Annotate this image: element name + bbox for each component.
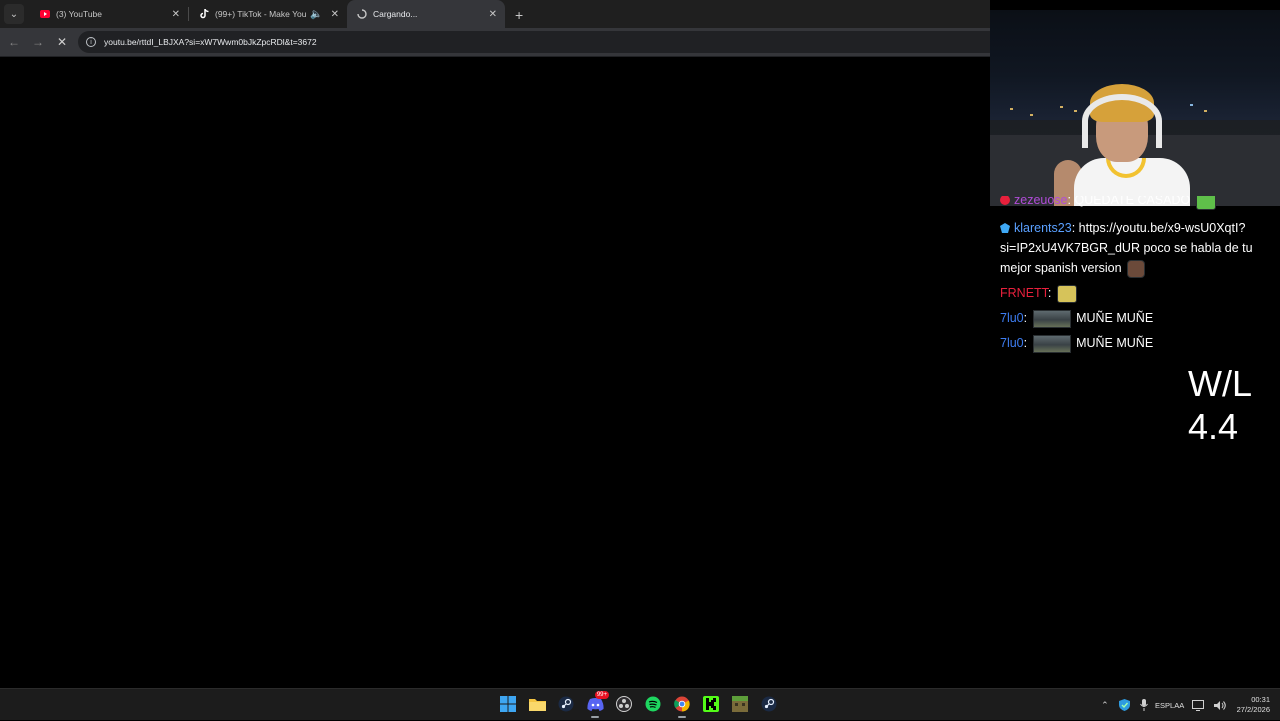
chat-message: klarents23: https://youtu.be/x9-wsU0XqtI… bbox=[1000, 218, 1272, 278]
chat-username: 7lu0 bbox=[1000, 336, 1024, 350]
diamond-badge-icon bbox=[1000, 219, 1010, 233]
win-loss-counter: W/L 4.4 bbox=[1188, 362, 1278, 448]
chat-text: MUÑE MUÑE bbox=[1076, 336, 1154, 350]
clock-date: 27/2/2026 bbox=[1236, 705, 1270, 714]
chat-message: 7lu0: MUÑE MUÑE bbox=[1000, 308, 1272, 328]
stop-loading-button[interactable]: ✕ bbox=[50, 30, 74, 54]
back-arrow-icon: ← bbox=[8, 35, 20, 49]
clock[interactable]: 00:31 27/2/2026 bbox=[1237, 695, 1270, 715]
chat-message: FRNETT: bbox=[1000, 283, 1272, 303]
tab-title: (3) YouTube bbox=[56, 9, 102, 19]
obs-icon[interactable] bbox=[613, 693, 635, 715]
city-light bbox=[1060, 106, 1063, 108]
chevron-down-icon: ⌄ bbox=[9, 8, 19, 20]
heart-badge-icon bbox=[1000, 196, 1010, 205]
browser-toolbar: ← → ✕ i youtu.be/rttdI_LBJXA?si=xW7Wwm0b… bbox=[0, 28, 990, 57]
volume-icon[interactable]: 🔈 bbox=[310, 9, 322, 20]
webcam-feed bbox=[990, 10, 1280, 206]
chat-username: FRNETT bbox=[1000, 286, 1048, 300]
chat-message: 7lu0: MUÑE MUÑE bbox=[1000, 333, 1272, 353]
discord-icon[interactable]: 99+ bbox=[584, 691, 609, 718]
emote bbox=[1195, 196, 1216, 210]
taskbar-apps: 99+ bbox=[497, 691, 787, 718]
url-text: youtu.be/rttdI_LBJXA?si=xW7Wwm0bJkZpcRDl… bbox=[104, 37, 317, 47]
tiktok-icon bbox=[199, 9, 209, 19]
city-light bbox=[1010, 108, 1013, 110]
page-content bbox=[0, 58, 990, 688]
city-light bbox=[1204, 110, 1207, 112]
notification-badge: 99+ bbox=[594, 691, 609, 699]
system-tray: ⌃ ESP LAA 00:31 27/2/2026 bbox=[1096, 689, 1280, 721]
chat-text: MUÑE MUÑE bbox=[1076, 311, 1154, 325]
chrome-icon[interactable] bbox=[671, 693, 693, 718]
minecraft-icon[interactable] bbox=[729, 693, 751, 715]
city-light bbox=[1074, 110, 1077, 112]
emote bbox=[1127, 259, 1146, 278]
youtube-icon bbox=[40, 9, 50, 19]
chat-message: zezeuose: QUEDATE CASADO bbox=[1000, 196, 1272, 210]
city-light bbox=[1030, 114, 1033, 116]
tab-title: Cargando... bbox=[373, 9, 418, 19]
loading-icon bbox=[357, 9, 367, 19]
forward-button[interactable]: → bbox=[26, 30, 50, 54]
clock-time: 00:31 bbox=[1251, 695, 1270, 704]
tab-youtube[interactable]: (3) YouTube ✕ bbox=[30, 0, 188, 28]
webcam-headset bbox=[1082, 94, 1162, 148]
security-shield-icon[interactable] bbox=[1118, 699, 1130, 711]
tab-tiktok[interactable]: (99+) TikTok - Make Your Day 🔈 ✕ bbox=[189, 0, 347, 28]
spotify-icon[interactable] bbox=[642, 693, 664, 715]
network-icon[interactable] bbox=[1191, 699, 1204, 711]
file-explorer-icon[interactable] bbox=[526, 693, 548, 715]
tab-loading[interactable]: Cargando... ✕ bbox=[347, 0, 505, 28]
address-bar[interactable]: i youtu.be/rttdI_LBJXA?si=xW7Wwm0bJkZpcR… bbox=[78, 31, 990, 53]
input-language[interactable]: ESP LAA bbox=[1155, 700, 1185, 710]
emote bbox=[1056, 284, 1077, 303]
tab-title: (99+) TikTok - Make Your Day bbox=[215, 9, 307, 19]
chat-text: QUEDATE CASADO bbox=[1074, 196, 1191, 207]
close-icon: ✕ bbox=[56, 35, 68, 49]
chat-username: klarents23 bbox=[1014, 221, 1072, 235]
new-tab-button[interactable]: + bbox=[515, 7, 523, 23]
win-loss-value: 4.4 bbox=[1188, 406, 1239, 447]
emote bbox=[1032, 334, 1071, 353]
tab-search-button[interactable]: ⌄ bbox=[4, 4, 24, 24]
city-light bbox=[1190, 104, 1193, 106]
volume-icon[interactable] bbox=[1213, 700, 1226, 711]
kick-icon[interactable] bbox=[700, 693, 722, 715]
language-code: ESP bbox=[1155, 700, 1171, 710]
back-button[interactable]: ← bbox=[2, 30, 26, 54]
close-icon[interactable]: ✕ bbox=[331, 9, 339, 20]
info-icon[interactable]: i bbox=[86, 37, 96, 47]
microphone-icon[interactable] bbox=[1139, 699, 1148, 711]
close-icon[interactable]: ✕ bbox=[489, 9, 497, 20]
forward-arrow-icon: → bbox=[32, 35, 44, 49]
win-loss-label: W/L bbox=[1188, 363, 1253, 404]
chat-username: zezeuose bbox=[1014, 196, 1068, 207]
stream-chat: zezeuose: QUEDATE CASADO klarents23: htt… bbox=[1000, 196, 1272, 358]
emote bbox=[1032, 309, 1071, 328]
steam-icon[interactable] bbox=[555, 693, 577, 715]
browser-tab-strip: ⌄ (3) YouTube ✕ (99+) TikTok - Make Your… bbox=[0, 0, 990, 28]
show-hidden-icons-chevron-up-icon[interactable]: ⌃ bbox=[1101, 700, 1109, 711]
keyboard-layout: LAA bbox=[1170, 700, 1185, 710]
taskbar: 99+ ⌃ ESP LAA 00:31 27/2/2026 bbox=[0, 688, 1280, 720]
windows-start-icon[interactable] bbox=[497, 693, 519, 715]
steam-icon-2[interactable] bbox=[758, 693, 780, 715]
chat-username: 7lu0 bbox=[1000, 311, 1024, 325]
close-icon[interactable]: ✕ bbox=[172, 9, 180, 20]
